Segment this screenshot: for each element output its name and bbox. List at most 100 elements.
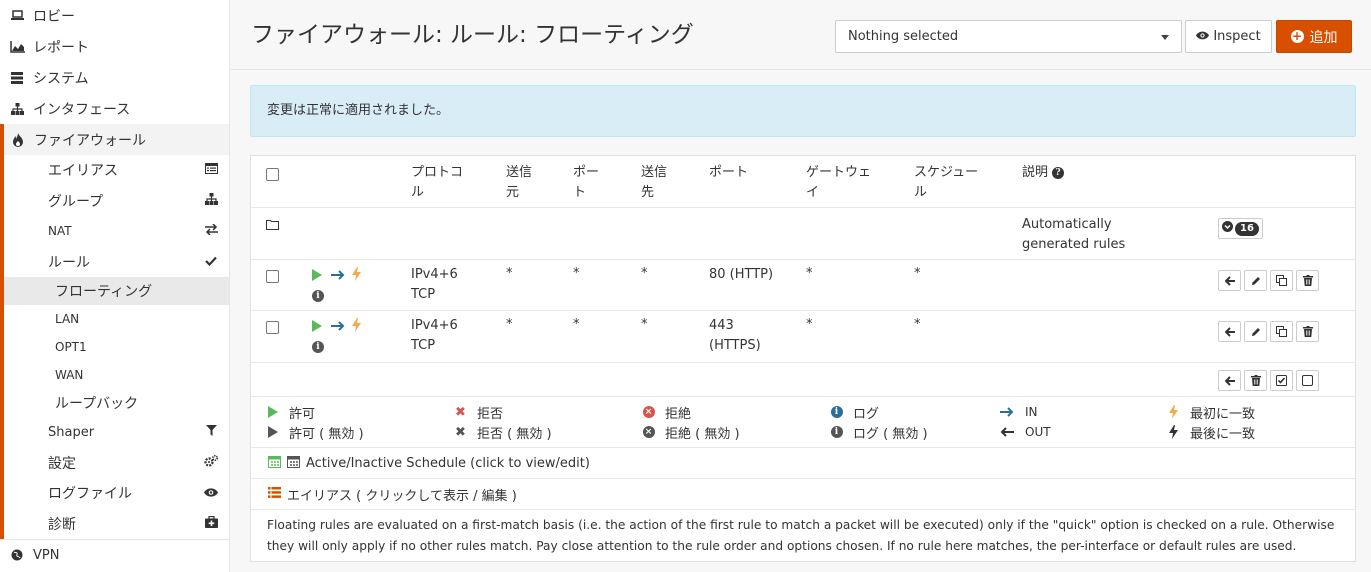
rule-source: * [506,266,513,281]
sidebar-item-floating[interactable]: フローティング [0,277,229,305]
question-circle-icon[interactable]: ? [1052,167,1065,179]
sidebar-item-label: グループ [48,193,104,210]
folder-icon [266,219,279,234]
protocol-line: TCP [411,287,436,302]
auto-rules-description: Automatically generated rules [1022,217,1126,252]
sidebar-item-label: LAN [55,312,80,326]
sidebar-item-interfaces[interactable]: インタフェース [0,93,229,124]
add-button[interactable]: + 追加 [1276,20,1352,53]
exchange-icon [203,223,219,238]
rule-checkbox[interactable] [266,321,279,334]
first-match-icon [352,318,361,336]
sidebar-item-label: VPN [33,547,60,563]
clone-button[interactable] [1270,321,1293,342]
sidebar-item-label: ログファイル [48,486,132,503]
column-header: ポート [573,165,600,200]
sidebar-item-loopback[interactable]: ループバック [0,389,229,417]
column-header-label: 説明 [1022,165,1049,180]
list-icon [268,486,281,502]
page-title: ファイアウォール: ルール: フローティング [251,22,694,48]
sidebar-item-label: ルール [48,254,90,271]
direction-out-icon [999,427,1015,437]
sidebar-item-aliases[interactable]: エイリアス [0,155,229,186]
sidebar-item-vpn[interactable]: VPN [0,539,229,570]
port-line: (HTTPS) [709,338,761,353]
edit-button[interactable] [1244,321,1267,342]
legend-reject: × 拒絶 [642,402,691,422]
schedule-legend: Active/Inactive Schedule (click to view/… [251,448,1355,479]
server-icon [9,70,25,86]
legend-pass-disabled: 許可 ( 無効 ) [266,422,364,442]
plus-circle-icon: + [1290,29,1304,43]
sidebar: ロビー レポート システム インタフェース ファイアウォール エイリアス グルー… [0,0,230,572]
delete-button[interactable] [1296,321,1319,342]
check-icon [203,255,219,269]
legend-block: ✖ 拒否 [454,402,503,422]
eye-icon [203,486,219,500]
alias-legend-label[interactable]: エイリアス ( クリックして表示 / 編集 ) [287,485,517,504]
sidebar-item-diagnostics[interactable]: 診断 [0,508,229,539]
info-circle-icon[interactable]: i [312,290,324,302]
sidebar-item-nat[interactable]: NAT [0,216,229,247]
delete-selected-button[interactable] [1244,370,1267,391]
disable-selected-button[interactable] [1296,370,1319,391]
move-selected-button[interactable] [1218,370,1241,391]
interface-select[interactable]: Nothing selected [835,20,1182,53]
sidebar-item-label: NAT [48,224,72,239]
sidebar-item-shaper[interactable]: Shaper [0,417,229,448]
info-circle-icon[interactable]: i [312,341,324,353]
column-header: ゲートウェイ [806,165,872,200]
sidebar-item-system[interactable]: システム [0,62,229,93]
move-before-button[interactable] [1218,321,1241,342]
delete-button[interactable] [1296,270,1319,291]
port-line: 80 (HTTP) [709,267,774,282]
pass-icon[interactable] [312,320,322,336]
edit-button[interactable] [1244,270,1267,291]
sidebar-item-label: フローティング [55,284,153,300]
rule-destination: * [641,317,648,332]
sidebar-item-lan[interactable]: LAN [0,305,229,333]
select-all-checkbox[interactable] [266,168,279,181]
caret-down-icon [1161,35,1169,40]
clone-button[interactable] [1270,270,1293,291]
direction-in-icon [331,269,345,284]
eye-icon [1196,29,1210,44]
sidebar-item-logfiles[interactable]: ログファイル [0,478,229,509]
inspect-button[interactable]: Inspect [1185,20,1272,53]
sidebar-item-label: ファイアウォール [34,132,146,149]
schedule-legend-label[interactable]: Active/Inactive Schedule (click to view/… [306,456,590,471]
sidebar-item-label: 設定 [48,455,76,472]
legend-label: 許可 ( 無効 ) [289,426,364,442]
move-before-button[interactable] [1218,270,1241,291]
table-row: i IPv4+6 TCP * * * 443 (HTTPS) * * [251,311,1355,363]
enable-selected-button[interactable] [1270,370,1293,391]
inspect-label: Inspect [1213,29,1261,44]
sidebar-item-lobby[interactable]: ロビー [0,0,229,31]
expand-auto-rules-button[interactable]: 16 [1218,218,1263,239]
list-alt-icon [203,163,219,177]
sidebar-item-reports[interactable]: レポート [0,31,229,62]
floating-rules-note: Floating rules are evaluated on a first-… [267,518,1335,553]
sidebar-item-label: ループバック [55,396,139,412]
sidebar-item-rules[interactable]: ルール [0,246,229,277]
auto-rules-row: Automatically generated rules 16 [251,208,1355,260]
legend-out: OUT [999,422,1051,442]
table-header-row: プロトコル 送信元 ポート 送信先 ポート ゲートウェイ スケジュール 説明 ? [251,156,1355,208]
sidebar-item-label: ロビー [33,8,75,25]
protocol-line: TCP [411,338,436,353]
log-disabled-icon: i [830,426,843,438]
sidebar-item-label: システム [33,70,89,87]
first-match-icon [1167,405,1180,419]
column-header: スケジュール [914,165,979,200]
sidebar-item-wan[interactable]: WAN [0,361,229,389]
pass-icon[interactable] [312,269,322,285]
legend-label: 拒絶 [665,406,692,422]
sidebar-item-groups[interactable]: グループ [0,185,229,216]
rule-checkbox[interactable] [266,270,279,283]
sidebar-item-settings[interactable]: 設定 [0,447,229,478]
legend-label: IN [1025,405,1038,419]
rule-destination-port: 443 (HTTPS) [709,316,761,356]
sidebar-item-firewall[interactable]: ファイアウォール [0,124,229,155]
rule-protocol: IPv4+6 TCP [411,316,458,356]
sidebar-item-opt1[interactable]: OPT1 [0,333,229,361]
